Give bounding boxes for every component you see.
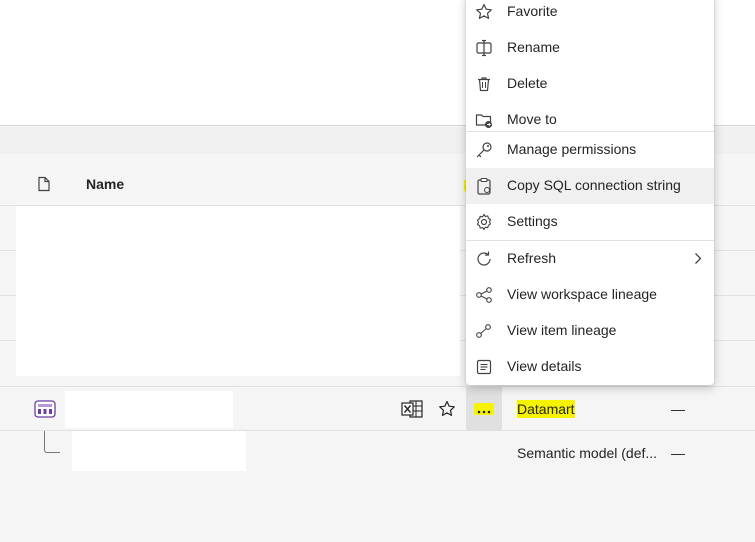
menu-item-view-details[interactable]: View details [466,349,714,385]
table-row-child[interactable]: Semantic model (def... — [0,431,755,476]
gear-icon [475,213,493,231]
menu-item-label: Copy SQL connection string [507,177,681,193]
menu-item-refresh[interactable]: Refresh [466,241,714,277]
table-row[interactable]: Datamart — [0,386,755,431]
menu-item-copy-sql-connection-string[interactable]: Copy SQL connection string [466,168,714,204]
menu-item-rename[interactable]: Rename [466,30,714,66]
name-column-header[interactable]: Name [86,176,124,192]
menu-item-manage-permissions[interactable]: Manage permissions [466,132,714,168]
item-lineage-icon [475,322,493,340]
refresh-icon [475,250,493,268]
favorite-star-icon[interactable] [438,400,456,421]
menu-item-label: Move to [507,111,557,127]
star-icon [475,3,493,21]
child-endorsement-value: — [671,445,685,461]
menu-item-view-item-lineage[interactable]: View item lineage [466,313,714,349]
menu-item-label: View workspace lineage [507,286,657,302]
item-type: Datamart [517,400,575,418]
folder-move-icon [475,111,493,129]
child-item-type: Semantic model (def... [517,445,658,461]
menu-item-label: View details [507,358,582,374]
more-options-icon [474,403,494,415]
rename-icon [475,39,493,57]
tree-connector [44,431,60,453]
more-options-button[interactable] [466,387,502,431]
menu-item-label: View item lineage [507,322,617,338]
details-icon [475,358,493,376]
menu-item-label: Refresh [507,250,557,266]
menu-item-settings[interactable]: Settings [466,204,714,240]
menu-item-favorite[interactable]: Favorite [466,0,714,30]
redacted-rows [16,206,460,376]
menu-item-label: Favorite [507,3,558,19]
endorsement-value: — [671,401,685,417]
menu-item-label: Delete [507,75,548,91]
trash-icon [475,75,493,93]
chevron-right-icon [694,252,702,268]
analyze-in-excel-icon[interactable] [401,399,423,422]
redacted-child-name [72,431,246,471]
menu-item-view-workspace-lineage[interactable]: View workspace lineage [466,277,714,313]
file-type-icon [37,176,51,195]
key-icon [475,141,493,159]
clipboard-icon [475,177,493,195]
menu-item-label: Settings [507,213,558,229]
lineage-icon [475,286,493,304]
context-menu: Favorite Rename Delete Move to Manage pe… [466,0,714,385]
menu-item-label: Manage permissions [507,141,637,157]
menu-item-label: Rename [507,39,560,55]
menu-item-delete[interactable]: Delete [466,66,714,102]
datamart-icon [34,400,56,421]
redacted-item-name [65,391,233,428]
